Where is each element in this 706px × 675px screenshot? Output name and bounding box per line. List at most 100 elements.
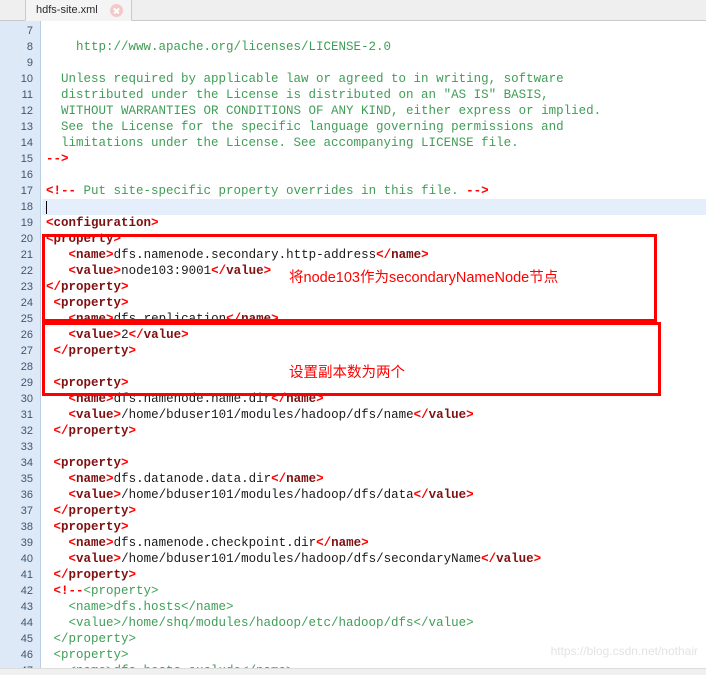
line-text: <configuration>	[46, 215, 159, 231]
code-line[interactable]: 31 <value>/home/bduser101/modules/hadoop…	[0, 407, 706, 423]
code-line[interactable]: 27 </property>	[0, 343, 706, 359]
code-line[interactable]: 20 <property>	[0, 231, 706, 247]
token-brk: </	[53, 344, 69, 358]
line-number: 21	[20, 249, 33, 261]
code-line[interactable]: 16	[0, 167, 706, 183]
token-tagnm: property	[68, 424, 129, 438]
line-text: </property>	[46, 279, 129, 295]
line-number: 35	[20, 473, 33, 485]
token-tagnm: property	[61, 376, 122, 390]
line-number: 24	[20, 297, 33, 309]
code-line[interactable]: 7	[0, 23, 706, 39]
code-line[interactable]: 43 <name>dfs.hosts</name>	[0, 599, 706, 615]
token-cmt: distributed under the License is distrib…	[46, 88, 549, 102]
code-line[interactable]: 35 <name>dfs.datanode.data.dir</name>	[0, 471, 706, 487]
line-text: <property>	[46, 231, 121, 247]
line-text: <value>/home/bduser101/modules/hadoop/df…	[46, 551, 542, 567]
token-brk: <	[53, 376, 62, 390]
line-number: 22	[20, 265, 33, 277]
line-number: 20	[20, 233, 33, 245]
code-line[interactable]: 18	[0, 199, 706, 215]
token-txt: dfs.datanode.data.dir	[113, 472, 272, 486]
token-brk: <	[68, 536, 77, 550]
token-brk: >	[466, 488, 474, 502]
code-line[interactable]: 40 <value>/home/bduser101/modules/hadoop…	[0, 551, 706, 567]
annotation-replication: 设置副本数为两个	[289, 365, 405, 381]
code-line[interactable]: 15 -->	[0, 151, 706, 167]
line-number: 26	[20, 329, 33, 341]
line-number: 33	[20, 441, 33, 453]
token-brk: -->	[466, 184, 489, 198]
token-brk: <	[46, 232, 54, 246]
token-tagnm: name	[76, 312, 107, 326]
code-line[interactable]: 8 http://www.apache.org/licenses/LICENSE…	[0, 39, 706, 55]
token-brk: </	[413, 408, 429, 422]
code-line[interactable]: 11 distributed under the License is dist…	[0, 87, 706, 103]
line-number: 30	[20, 393, 33, 405]
code-line[interactable]: 37 </property>	[0, 503, 706, 519]
token-cmt: <property>	[46, 648, 129, 662]
token-brk: </	[271, 472, 287, 486]
code-line[interactable]: 33	[0, 439, 706, 455]
token-brk: </	[53, 568, 69, 582]
close-circle-icon[interactable]	[109, 3, 123, 17]
token-txt: dfs.namenode.checkpoint.dir	[113, 536, 317, 550]
code-line[interactable]: 41 </property>	[0, 567, 706, 583]
code-line[interactable]: 12 WITHOUT WARRANTIES OR CONDITIONS OF A…	[0, 103, 706, 119]
code-line[interactable]: 14 limitations under the License. See ac…	[0, 135, 706, 151]
token-brk: >	[121, 296, 129, 310]
line-text: <property>	[46, 375, 129, 391]
code-line[interactable]: 21 <name>dfs.namenode.secondary.http-add…	[0, 247, 706, 263]
code-line[interactable]: 30 <name>dfs.namenode.name.dir</name>	[0, 391, 706, 407]
editor-tab-bar: hdfs-site.xml	[0, 0, 706, 21]
code-line[interactable]: 34 <property>	[0, 455, 706, 471]
code-line[interactable]: 44 <value>/home/shq/modules/hadoop/etc/h…	[0, 615, 706, 631]
token-tagnm: name	[286, 392, 317, 406]
token-brk: >	[271, 312, 279, 326]
code-line[interactable]: 9	[0, 55, 706, 71]
token-brk: </	[271, 392, 287, 406]
token-tagnm: value	[76, 408, 114, 422]
code-line[interactable]: 17 <!-- Put site-specific property overri…	[0, 183, 706, 199]
token-brk: </	[53, 504, 69, 518]
line-text: <property>	[46, 647, 129, 663]
tab-hdfs-site-xml[interactable]: hdfs-site.xml	[25, 0, 132, 21]
line-number: 38	[20, 521, 33, 533]
token-tagnm: name	[76, 248, 107, 262]
code-line[interactable]: 36 <value>/home/bduser101/modules/hadoop…	[0, 487, 706, 503]
line-number: 15	[20, 153, 33, 165]
line-number: 46	[20, 649, 33, 661]
token-brk: >	[121, 376, 129, 390]
code-line[interactable]: 10 Unless required by applicable law or …	[0, 71, 706, 87]
token-brk: <	[68, 312, 77, 326]
code-line[interactable]: 25 <name>dfs.replication</name>	[0, 311, 706, 327]
token-tagnm: value	[428, 408, 467, 422]
code-line[interactable]: 19 <configuration>	[0, 215, 706, 231]
line-number: 31	[20, 409, 33, 421]
token-txt: dfs.namenode.secondary.http-address	[113, 248, 377, 262]
token-tagnm: value	[76, 328, 114, 342]
code-line[interactable]: 38 <property>	[0, 519, 706, 535]
token-tagnm: value	[428, 488, 467, 502]
line-number: 9	[26, 57, 33, 69]
line-number: 40	[20, 553, 33, 565]
token-tagnm: value	[143, 328, 182, 342]
code-line[interactable]: 13 See the License for the specific lang…	[0, 119, 706, 135]
code-line[interactable]: 39 <name>dfs.namenode.checkpoint.dir</na…	[0, 535, 706, 551]
token-brk: </	[211, 264, 227, 278]
line-number: 11	[21, 89, 33, 101]
code-editor[interactable]: 7 8 http://www.apache.org/licenses/LICENS…	[0, 21, 706, 675]
line-text: <value>2</value>	[46, 327, 189, 343]
line-text: </property>	[46, 423, 137, 439]
token-brk: >	[106, 392, 114, 406]
code-line[interactable]: 42 <!--<property>	[0, 583, 706, 599]
token-brk: >	[263, 264, 272, 278]
code-line[interactable]: 24 <property>	[0, 295, 706, 311]
code-line[interactable]: 32 </property>	[0, 423, 706, 439]
line-text: <property>	[46, 295, 129, 311]
code-line[interactable]: 26 <value>2</value>	[0, 327, 706, 343]
